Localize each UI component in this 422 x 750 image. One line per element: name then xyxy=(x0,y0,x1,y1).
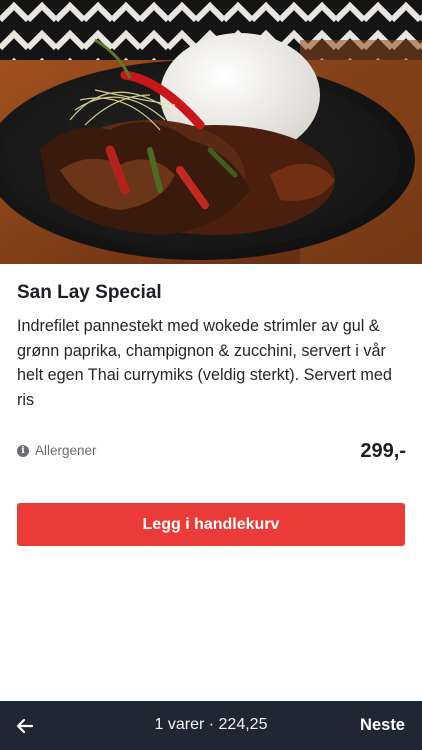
back-button[interactable] xyxy=(12,712,40,740)
product-description: Indrefilet pannestekt med wokede strimle… xyxy=(17,317,392,409)
bottom-navigation-bar: 1 varer · 224,25 Neste xyxy=(0,701,422,750)
arrow-left-icon xyxy=(16,718,34,734)
product-image xyxy=(0,0,422,264)
allergens-label: Allergener xyxy=(35,443,97,458)
add-to-cart-button[interactable]: Legg i handlekurv xyxy=(17,503,405,546)
next-button[interactable]: Neste xyxy=(360,716,405,735)
allergens-link[interactable]: i Allergener xyxy=(17,443,97,458)
product-details: San Lay Special Indrefilet pannestekt me… xyxy=(17,282,409,412)
info-icon: i xyxy=(17,444,29,457)
cart-summary[interactable]: 1 varer · 224,25 xyxy=(0,716,422,734)
product-price: 299,- xyxy=(360,440,406,462)
product-meta: i Allergener 299,- xyxy=(17,440,406,466)
product-title: San Lay Special xyxy=(17,282,162,303)
dish-photo xyxy=(0,0,422,264)
